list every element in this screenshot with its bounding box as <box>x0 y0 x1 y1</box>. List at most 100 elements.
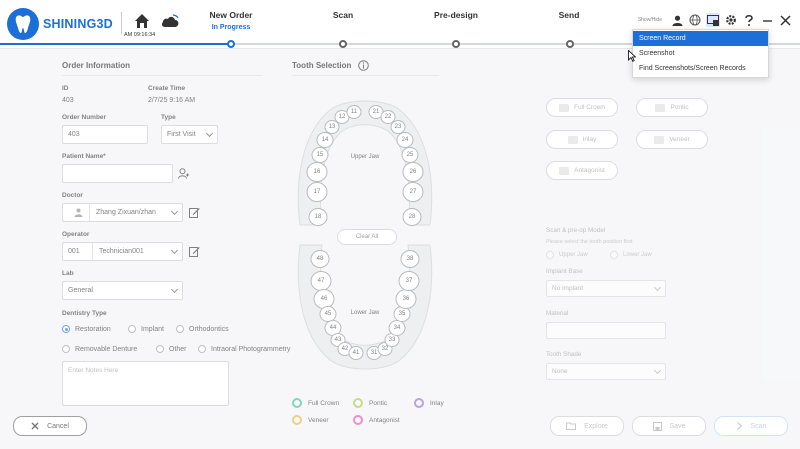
lab-select[interactable]: General <box>62 281 183 300</box>
step-status: In Progress <box>211 24 251 31</box>
close-icon <box>31 422 39 430</box>
order-number-input[interactable]: 403 <box>62 125 148 144</box>
tooth-selection-title: Tooth Selection <box>292 61 352 70</box>
material-select[interactable] <box>546 322 666 339</box>
doctor-select[interactable]: Zhang Zixuan/zhan <box>62 203 183 222</box>
implant-base-select[interactable]: No implant <box>546 280 666 297</box>
tooth-number: 15 <box>317 152 324 158</box>
add-patient-icon[interactable] <box>178 168 189 179</box>
minimize-icon[interactable] <box>760 13 774 27</box>
save-button[interactable]: Save <box>632 416 706 436</box>
menu-item-find-screenshots[interactable]: Find Screenshots/Screen Records <box>633 61 768 76</box>
tooth-number: 32 <box>382 346 389 352</box>
tooth-number: 36 <box>403 296 410 302</box>
save-icon <box>652 421 662 431</box>
radio-button <box>610 251 618 259</box>
step-dot-scan <box>339 40 347 48</box>
globe-icon[interactable] <box>688 13 702 27</box>
implant-base-value: No implant <box>552 285 584 292</box>
legend-label: Full Crown <box>308 399 340 407</box>
create-time-value: 2/7/25 9:16 AM <box>148 97 196 104</box>
full-crown-button[interactable]: Full Crown <box>546 98 618 117</box>
tooth-number: 47 <box>318 278 325 284</box>
tooth-number: 45 <box>325 311 332 317</box>
antagonist-button[interactable]: Antagonist <box>546 161 618 180</box>
cancel-button[interactable]: Cancel <box>13 416 87 436</box>
radio-label: Restoration <box>75 325 111 333</box>
radio-button <box>546 251 554 259</box>
legend-label: Pontic <box>369 399 388 407</box>
tooth-number: 22 <box>385 114 392 120</box>
radio-label: Intraoral Photogrammetry <box>211 345 291 353</box>
tooth-number: 24 <box>402 137 409 143</box>
doctor-label: Doctor <box>62 192 83 199</box>
id-label: ID <box>62 85 69 92</box>
type-select[interactable]: First Visit <box>161 125 218 144</box>
show-hide-label: Show/Hide <box>637 17 662 23</box>
screen-capture-icon[interactable] <box>706 13 720 27</box>
step-new-order[interactable]: New Order In Progress <box>181 10 281 31</box>
legend-label: Veneer <box>308 416 329 424</box>
inlay-button[interactable]: Inlay <box>546 130 618 149</box>
tooth-number: 37 <box>406 278 413 284</box>
close-icon[interactable] <box>778 13 792 27</box>
radio-intraoral-photogrammetry[interactable]: Intraoral Photogrammetry <box>198 345 290 353</box>
tooth-number: 31 <box>371 350 378 356</box>
window-controls: Show/Hide <box>638 13 792 27</box>
tooth-shade-select[interactable]: None <box>546 363 666 380</box>
tooth-number: 18 <box>315 214 322 220</box>
explore-button[interactable]: Explore <box>550 416 624 436</box>
info-icon[interactable] <box>358 60 369 71</box>
menu-item-screenshot[interactable]: Screenshot <box>633 46 768 61</box>
radio-lower-jaw[interactable]: Lower Jaw <box>610 251 652 259</box>
pill-label: Pontic <box>670 104 689 111</box>
notes-textarea[interactable]: Enter Notes Here <box>62 361 229 406</box>
pontic-button[interactable]: Pontic <box>636 98 708 117</box>
radio-upper-jaw[interactable]: Upper Jaw <box>546 251 588 259</box>
step-dot-new-order <box>227 40 235 48</box>
step-pre-design[interactable]: Pre-design <box>406 10 506 20</box>
veneer-icon <box>654 135 665 144</box>
tooth-shade-label: Tooth Shade <box>546 351 582 358</box>
lab-value: General <box>68 287 93 294</box>
dentistry-type-label: Dentistry Type <box>62 310 107 317</box>
menu-item-screen-record[interactable]: Screen Record <box>633 31 768 46</box>
edit-operator-icon[interactable] <box>189 246 200 257</box>
clear-all-button[interactable]: Clear All <box>337 229 397 245</box>
tooth-number: 13 <box>329 124 336 130</box>
radio-orthodontics[interactable]: Orthodontics <box>176 325 229 333</box>
radio-restoration[interactable]: Restoration <box>62 325 111 333</box>
tooth-number: 38 <box>407 256 414 262</box>
edit-doctor-icon[interactable] <box>189 207 200 218</box>
step-send[interactable]: Send <box>519 10 619 20</box>
pontic-icon <box>655 103 666 112</box>
veneer-button[interactable]: Veneer <box>636 130 708 149</box>
create-time-label: Create Time <box>148 85 186 92</box>
crown-icon <box>558 103 569 112</box>
radio-label: Other <box>169 345 187 353</box>
scan-button[interactable]: Scan <box>714 416 788 436</box>
radio-other[interactable]: Other <box>156 345 187 353</box>
brand-logo: SHINING3D <box>7 8 113 40</box>
user-icon[interactable] <box>670 13 684 27</box>
step-dot-send <box>566 40 574 48</box>
radio-implant[interactable]: Implant <box>128 325 164 333</box>
cloud-sync-icon[interactable] <box>161 13 179 29</box>
tooth-number: 11 <box>351 109 358 115</box>
radio-removable-denture[interactable]: Removable Denture <box>62 345 137 353</box>
help-icon[interactable] <box>742 13 756 27</box>
radio-label: Implant <box>141 325 164 333</box>
gear-icon[interactable] <box>724 13 738 27</box>
operator-select[interactable]: 001 Technician001 <box>62 242 183 261</box>
legend-swatch <box>292 398 302 408</box>
tooth-number: 21 <box>373 109 380 115</box>
clock-time: AM 09:16:34 <box>124 32 156 38</box>
step-scan[interactable]: Scan <box>293 10 393 20</box>
patient-name-input[interactable] <box>62 164 173 183</box>
home-icon[interactable] <box>134 13 150 29</box>
radio-button <box>156 345 164 353</box>
mouse-cursor-icon <box>628 50 636 62</box>
legend-veneer: Veneer <box>292 415 329 425</box>
scan-label: Scan <box>750 422 767 430</box>
save-label: Save <box>669 422 686 430</box>
